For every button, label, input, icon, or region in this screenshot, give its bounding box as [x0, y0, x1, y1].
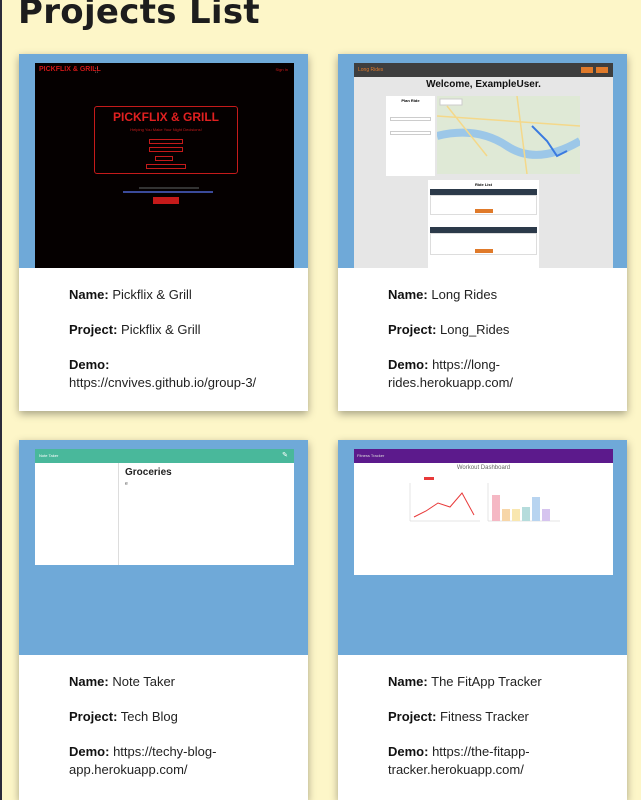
screenshot-field-username [149, 139, 183, 144]
screenshot-nav-btn [596, 67, 608, 73]
screenshot-ride-btn [474, 209, 493, 213]
demo-label: Demo: [388, 744, 429, 759]
project-demo-row: Demo: https://the-fitapp-tracker.herokua… [388, 743, 627, 779]
screenshot-navbar: Long Rides [354, 63, 613, 77]
screenshot-map-svg [437, 96, 580, 174]
screenshot-navbar: Note Taker ✎ [35, 449, 294, 463]
screenshot-map [437, 96, 580, 174]
screenshot-dashboard-title: Workout Dashboard [456, 465, 511, 471]
pencil-icon: ✎ [282, 452, 288, 459]
project-screenshot-frame: Note Taker ✎ Groceries e [19, 440, 308, 655]
demo-link[interactable]: https://cnvives.github.io/group-3/ [69, 375, 256, 390]
project-screenshot-long-rides[interactable]: Long Rides Welcome, ExampleUser. Plan Ri… [354, 63, 613, 268]
screenshot-dashboard-charts [409, 477, 560, 522]
page-title: Projects List [18, 0, 260, 32]
project-name: Note Taker [112, 674, 176, 689]
screenshot-note-body: e [125, 481, 128, 487]
name-label: Name: [69, 287, 109, 302]
project-screenshot-pickflix[interactable]: PICKFLIX & GRILL ▪ ▪ ▪ ▪ Sign In PICKFLIX… [35, 63, 294, 268]
screenshot-app-title: Note Taker [39, 453, 59, 458]
project-name-row: Name: The FitApp Tracker [388, 673, 627, 691]
screenshot-mini-nav: ▪ ▪ ▪ ▪ [95, 66, 98, 74]
screenshot-list-title: Ride List [475, 182, 492, 187]
screenshot-field-extra [146, 164, 186, 169]
project-label: Project: [69, 322, 118, 337]
project-repo[interactable]: Tech Blog [121, 709, 178, 724]
project-info: Name: The FitApp Tracker Project: Fitnes… [338, 655, 627, 779]
project-name-row: Name: Note Taker [69, 673, 308, 691]
project-card-pickflix: PICKFLIX & GRILL ▪ ▪ ▪ ▪ Sign In PICKFLIX… [19, 54, 308, 411]
project-screenshot-note-taker[interactable]: Note Taker ✎ Groceries e [35, 449, 294, 565]
name-label: Name: [69, 674, 109, 689]
screenshot-nav-btn [581, 67, 593, 73]
project-name: The FitApp Tracker [431, 674, 542, 689]
project-repo[interactable]: Pickflix & Grill [121, 322, 200, 337]
project-screenshot-fitapp[interactable]: Fitness Tracker Workout Dashboard [354, 449, 613, 575]
project-name: Long Rides [431, 287, 498, 302]
project-screenshot-frame: Fitness Tracker Workout Dashboard [338, 440, 627, 655]
name-label: Name: [388, 674, 428, 689]
screenshot-divider [118, 463, 119, 565]
demo-label: Demo: [388, 357, 429, 372]
demo-link-cont[interactable]: rides.herokuapp.com/ [388, 375, 513, 390]
screenshot-note-title: Groceries [125, 467, 172, 478]
project-card-fitapp: Fitness Tracker Workout Dashboard Name: … [338, 440, 627, 800]
project-info: Name: Note Taker Project: Tech Blog Demo… [19, 655, 308, 779]
screenshot-ride-body [430, 233, 537, 255]
screenshot-app-title: Fitness Tracker [357, 453, 385, 458]
screenshot-text-line [123, 191, 213, 193]
screenshot-login-btn [155, 156, 173, 161]
screenshot-red-btn [153, 197, 179, 204]
project-name-row: Name: Pickflix & Grill [69, 286, 308, 304]
project-label: Project: [388, 322, 437, 337]
screenshot-navbar: Fitness Tracker [354, 449, 613, 463]
project-repo-row: Project: Long_Rides [388, 321, 627, 339]
demo-label: Demo: [69, 744, 110, 759]
project-label: Project: [388, 709, 437, 724]
demo-link[interactable]: https://techy-blog- [113, 744, 216, 759]
project-demo-row: Demo: https://techy-blog-app.herokuapp.c… [69, 743, 308, 779]
screenshot-ride-list: Ride List [428, 180, 539, 268]
screenshot-form-title: Plan Ride [401, 98, 420, 103]
project-repo-row: Project: Tech Blog [69, 708, 308, 726]
project-name: Pickflix & Grill [112, 287, 192, 302]
screenshot-logo: Long Rides [358, 67, 384, 73]
screenshot-plan-form: Plan Ride [386, 96, 435, 176]
project-name-row: Name: Long Rides [388, 286, 627, 304]
demo-label: Demo: [69, 357, 110, 372]
project-screenshot-frame: PICKFLIX & GRILL ▪ ▪ ▪ ▪ Sign In PICKFLIX… [19, 54, 308, 268]
screenshot-login-box: PICKFLIX & GRILL Helping You Make Your N… [94, 106, 238, 174]
project-repo[interactable]: Fitness Tracker [440, 709, 529, 724]
screenshot-ride-btn [474, 249, 493, 253]
screenshot-brand: PICKFLIX & GRILL [39, 66, 101, 73]
screenshot-subtitle: Helping You Make Your Night Decisions! [130, 127, 202, 132]
screenshot-welcome: Welcome, ExampleUser. [426, 79, 541, 90]
screenshot-field-password [149, 147, 183, 152]
screenshot-title: PICKFLIX & GRILL [113, 110, 219, 124]
project-card-long-rides: Long Rides Welcome, ExampleUser. Plan Ri… [338, 54, 627, 411]
project-demo-row: Demo: https://long-rides.herokuapp.com/ [388, 356, 627, 392]
project-info: Name: Pickflix & Grill Project: Pickflix… [19, 268, 308, 392]
screenshot-text-line [139, 187, 199, 189]
demo-link[interactable]: https://the-fitapp- [432, 744, 530, 759]
project-repo-row: Project: Fitness Tracker [388, 708, 627, 726]
screenshot-signin: Sign In [275, 67, 288, 72]
demo-link-cont[interactable]: tracker.herokuapp.com/ [388, 762, 524, 777]
demo-link[interactable]: https://long- [432, 357, 500, 372]
demo-link-cont[interactable]: app.herokuapp.com/ [69, 762, 188, 777]
project-demo-row: Demo: https://cnvives.github.io/group-3/ [69, 356, 308, 392]
project-repo[interactable]: Long_Rides [440, 322, 509, 337]
screenshot-ride-body [430, 195, 537, 215]
project-info: Name: Long Rides Project: Long_Rides Dem… [338, 268, 627, 392]
project-screenshot-frame: Long Rides Welcome, ExampleUser. Plan Ri… [338, 54, 627, 268]
name-label: Name: [388, 287, 428, 302]
project-label: Project: [69, 709, 118, 724]
screenshot-form-field [390, 117, 431, 121]
screenshot-form-field [390, 131, 431, 135]
project-card-note-taker: Note Taker ✎ Groceries e Name: Note Take… [19, 440, 308, 800]
project-repo-row: Project: Pickflix & Grill [69, 321, 308, 339]
